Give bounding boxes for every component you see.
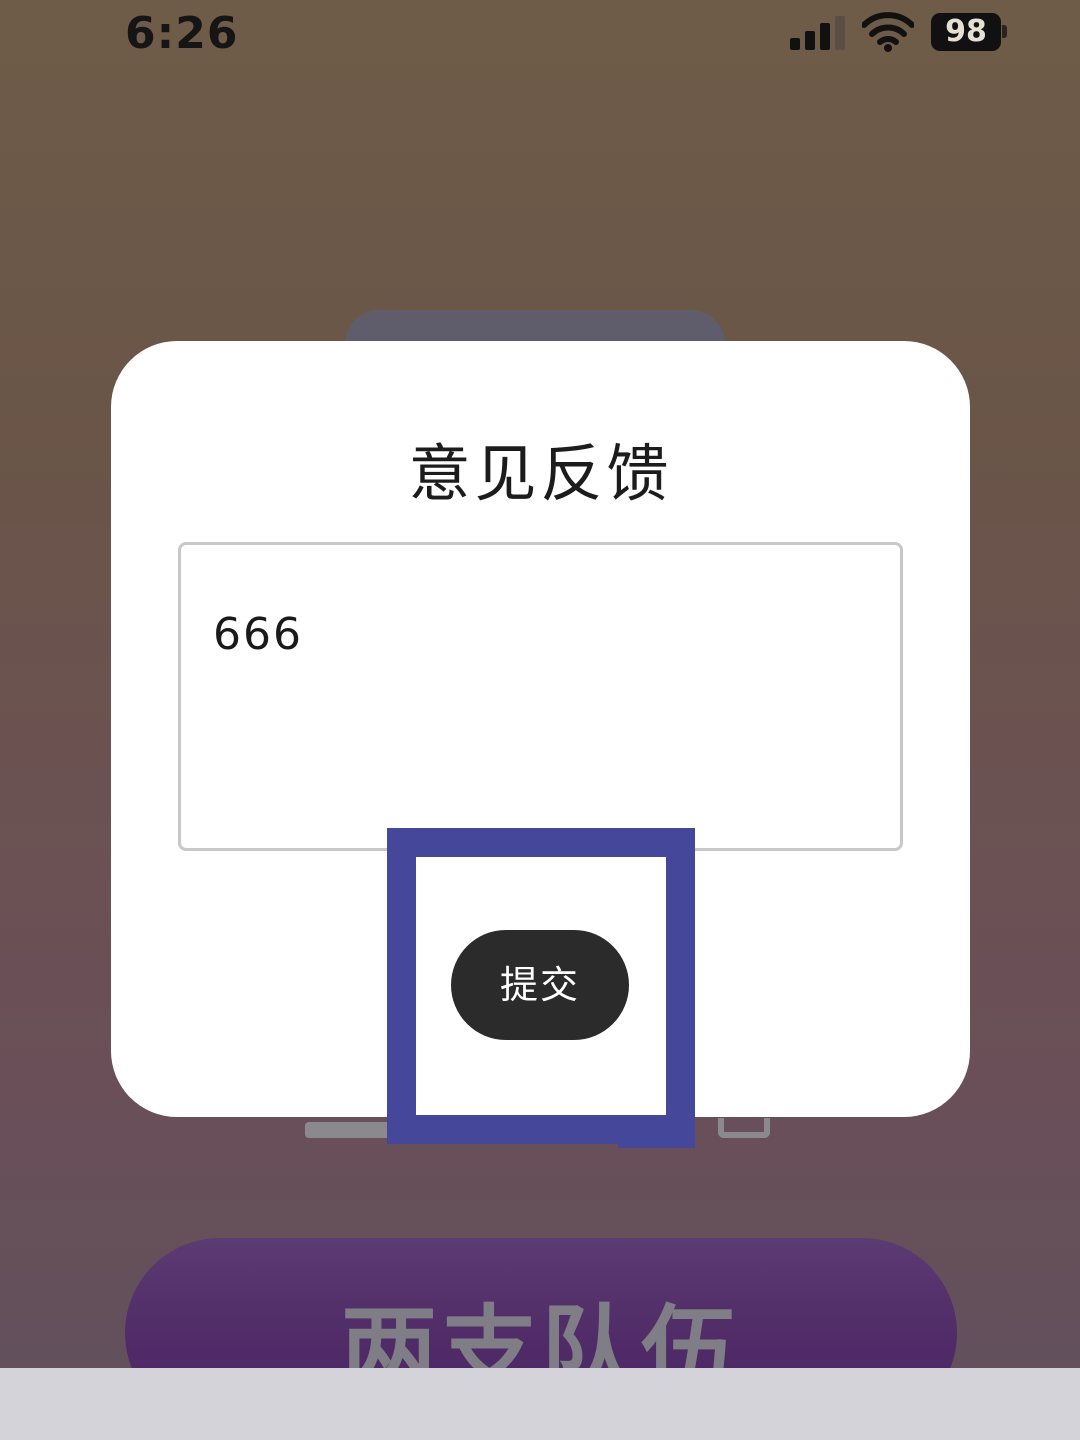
dialog-title: 意见反馈 [408, 437, 673, 510]
bottom-bar [0, 1368, 1080, 1440]
background-divider-left [305, 1122, 395, 1138]
wifi-icon [861, 12, 915, 56]
battery-icon: 98 [931, 13, 1001, 51]
battery-level: 98 [945, 14, 987, 49]
highlight-box-corner [618, 1120, 695, 1148]
feedback-text-value: 666 [213, 609, 303, 660]
battery-nub [1002, 25, 1007, 38]
status-time: 6:26 [125, 8, 239, 59]
cellular-signal-icon [790, 16, 846, 50]
feedback-textarea[interactable]: 666 [178, 542, 903, 851]
highlight-box [387, 828, 695, 1144]
status-bar: 6:26 98 [0, 0, 1080, 70]
background-divider-right [718, 1118, 770, 1138]
